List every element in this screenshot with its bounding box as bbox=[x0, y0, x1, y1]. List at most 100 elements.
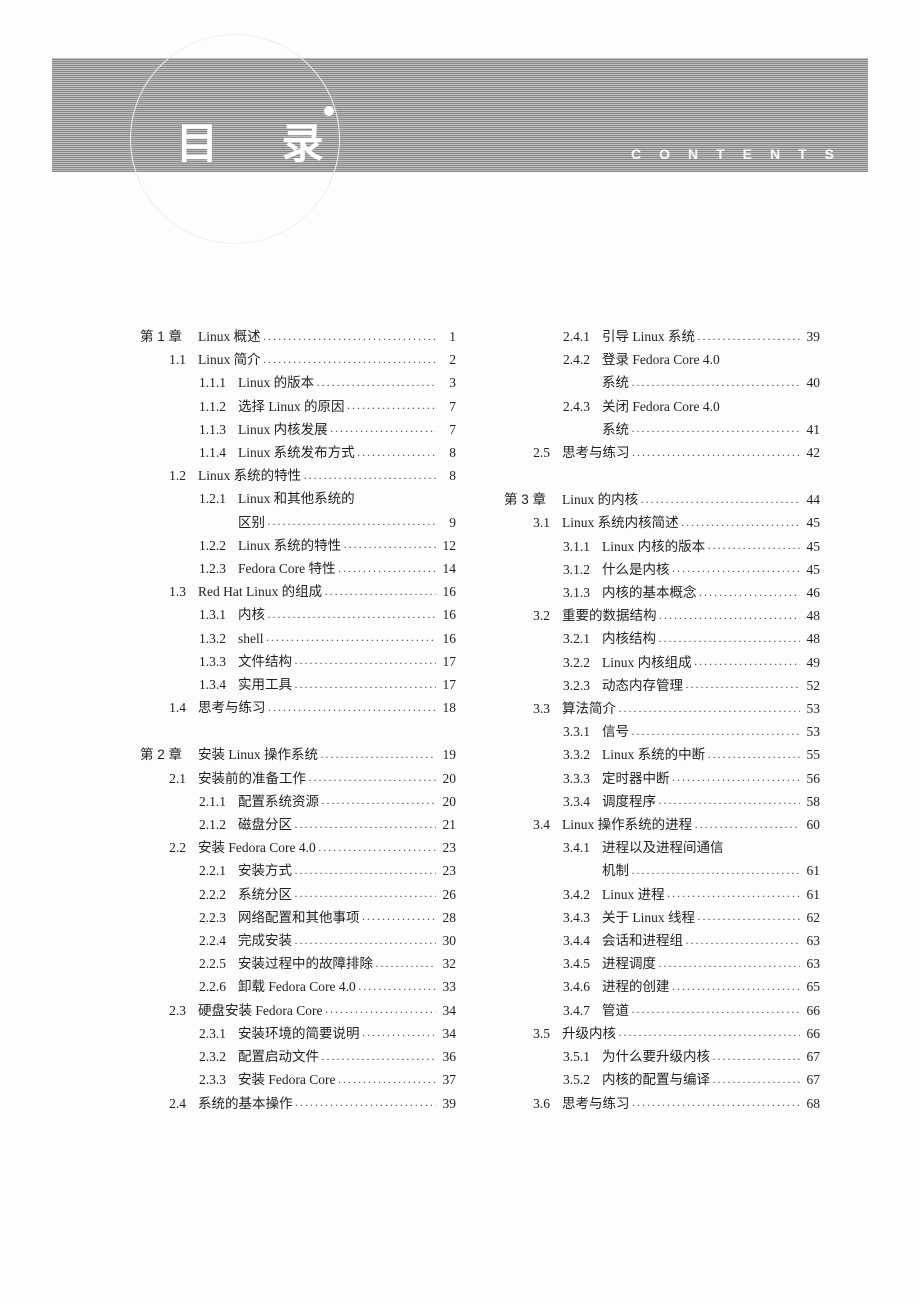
subsection-number: 1.2.3 bbox=[140, 557, 238, 580]
page-number: 16 bbox=[438, 603, 456, 626]
toc-entry: 3.4.5进程调度63 bbox=[504, 952, 820, 975]
entry-label: 文件结构 bbox=[238, 650, 292, 673]
toc-entry: 3.4.2Linux 进程61 bbox=[504, 883, 820, 906]
page-number: 63 bbox=[802, 952, 820, 975]
dot-leader bbox=[321, 792, 436, 806]
subsection-number: 2.4.1 bbox=[504, 325, 602, 348]
dot-leader bbox=[295, 1094, 437, 1108]
dot-leader bbox=[294, 652, 436, 666]
entry-label: 安装方式 bbox=[238, 859, 292, 882]
dot-leader bbox=[337, 560, 436, 574]
dot-leader bbox=[631, 374, 800, 388]
subsection-number: 3.4.2 bbox=[504, 883, 602, 906]
toc-entry: 2.1.2磁盘分区21 bbox=[140, 813, 456, 836]
section-number: 3.4 bbox=[504, 813, 562, 836]
subsection-number: 3.3.3 bbox=[504, 767, 602, 790]
toc-entry: 1.3.3文件结构17 bbox=[140, 650, 456, 673]
toc-entry: 3.5升级内核66 bbox=[504, 1022, 820, 1045]
entry-label: 磁盘分区 bbox=[238, 813, 292, 836]
toc-entry: 2.4.2登录 Fedora Core 4.0 bbox=[504, 348, 820, 371]
dot-leader bbox=[712, 1048, 800, 1062]
page-number: 26 bbox=[438, 883, 456, 906]
toc-entry: 第 3 章Linux 的内核44 bbox=[504, 488, 820, 511]
entry-label: 算法简介 bbox=[562, 697, 616, 720]
entry-label: Red Hat Linux 的组成 bbox=[198, 580, 322, 603]
subsection-number: 2.1.2 bbox=[140, 813, 238, 836]
entry-label: 系统分区 bbox=[238, 883, 292, 906]
dot-leader bbox=[294, 932, 436, 946]
entry-label: 安装 Fedora Core 4.0 bbox=[198, 836, 316, 859]
dot-leader bbox=[631, 862, 800, 876]
dot-leader bbox=[707, 537, 800, 551]
page-number: 60 bbox=[802, 813, 820, 836]
page-number: 17 bbox=[438, 673, 456, 696]
subsection-number: 2.3.2 bbox=[140, 1045, 238, 1068]
subsection-number: 3.5.1 bbox=[504, 1045, 602, 1068]
page-number: 8 bbox=[438, 441, 456, 464]
dot-leader bbox=[697, 328, 800, 342]
toc-entry: 2.2安装 Fedora Core 4.023 bbox=[140, 836, 456, 859]
header-band: 目 录 CONTENTS bbox=[52, 58, 868, 172]
entry-label: 内核的基本概念 bbox=[602, 581, 697, 604]
entry-label: 配置启动文件 bbox=[238, 1045, 319, 1068]
dot-leader bbox=[618, 1024, 800, 1038]
toc-entry: 2.2.1安装方式23 bbox=[140, 859, 456, 882]
dot-leader bbox=[362, 1024, 437, 1038]
dot-leader bbox=[337, 1071, 436, 1085]
entry-label: 信号 bbox=[602, 720, 629, 743]
page-number: 34 bbox=[438, 999, 456, 1022]
subsection-number: 3.1.2 bbox=[504, 558, 602, 581]
page-number: 3 bbox=[438, 371, 456, 394]
toc-entry: 1.1.2选择 Linux 的原因7 bbox=[140, 395, 456, 418]
dot-leader bbox=[320, 746, 436, 760]
section-number: 3.6 bbox=[504, 1092, 562, 1115]
toc-entry: 2.4系统的基本操作39 bbox=[140, 1092, 456, 1115]
toc-entry: 2.2.3网络配置和其他事项28 bbox=[140, 906, 456, 929]
dot-leader bbox=[631, 723, 800, 737]
toc-column-right: 2.4.1引导 Linux 系统392.4.2登录 Fedora Core 4.… bbox=[504, 325, 820, 1115]
toc-entry: 3.4.3关于 Linux 线程62 bbox=[504, 906, 820, 929]
dot-leader bbox=[343, 536, 436, 550]
subsection-number: 2.3.1 bbox=[140, 1022, 238, 1045]
toc-entry: 1.3.2shell16 bbox=[140, 627, 456, 650]
section-number: 3.1 bbox=[504, 511, 562, 534]
entry-label: 安装 Linux 操作系统 bbox=[198, 743, 318, 766]
page-number: 52 bbox=[802, 674, 820, 697]
entry-label: 实用工具 bbox=[238, 673, 292, 696]
subsection-number: 2.1.1 bbox=[140, 790, 238, 813]
toc-entry: 1.2.3Fedora Core 特性14 bbox=[140, 557, 456, 580]
dot-leader bbox=[266, 629, 437, 643]
toc-entry: 2.3硬盘安装 Fedora Core34 bbox=[140, 999, 456, 1022]
subsection-number: 3.1.1 bbox=[504, 535, 602, 558]
dot-leader bbox=[294, 862, 436, 876]
entry-label: 网络配置和其他事项 bbox=[238, 906, 360, 929]
entry-label: 安装环境的简要说明 bbox=[238, 1022, 360, 1045]
toc-entry: 3.1.2什么是内核45 bbox=[504, 558, 820, 581]
dot-leader bbox=[712, 1071, 800, 1085]
page-number: 44 bbox=[802, 488, 820, 511]
title-chinese: 目 录 bbox=[176, 110, 350, 171]
dot-leader bbox=[658, 955, 800, 969]
section-number: 1.4 bbox=[140, 696, 198, 719]
toc-entry: 2.2.4完成安装30 bbox=[140, 929, 456, 952]
entry-label: 思考与练习 bbox=[562, 1092, 630, 1115]
toc-gap bbox=[504, 464, 820, 488]
entry-label: 进程的创建 bbox=[602, 975, 670, 998]
entry-label: 系统的基本操作 bbox=[198, 1092, 293, 1115]
entry-label: Linux 简介 bbox=[198, 348, 261, 371]
toc-entry: 2.3.2配置启动文件36 bbox=[140, 1045, 456, 1068]
toc-entry: 1.3.1内核16 bbox=[140, 603, 456, 626]
dot-leader bbox=[658, 792, 800, 806]
toc-entry: 3.2.1内核结构48 bbox=[504, 627, 820, 650]
page-number: 53 bbox=[802, 720, 820, 743]
page-number: 39 bbox=[438, 1092, 456, 1115]
toc-entry: 2.1安装前的准备工作20 bbox=[140, 767, 456, 790]
dot-leader bbox=[694, 816, 800, 830]
section-number: 1.1 bbox=[140, 348, 198, 371]
entry-label: 登录 Fedora Core 4.0 bbox=[602, 348, 720, 371]
page-number: 39 bbox=[802, 325, 820, 348]
page-number: 23 bbox=[438, 859, 456, 882]
entry-label: 为什么要升级内核 bbox=[602, 1045, 710, 1068]
dot-leader bbox=[263, 328, 436, 342]
entry-label: Linux 系统的中断 bbox=[602, 743, 705, 766]
